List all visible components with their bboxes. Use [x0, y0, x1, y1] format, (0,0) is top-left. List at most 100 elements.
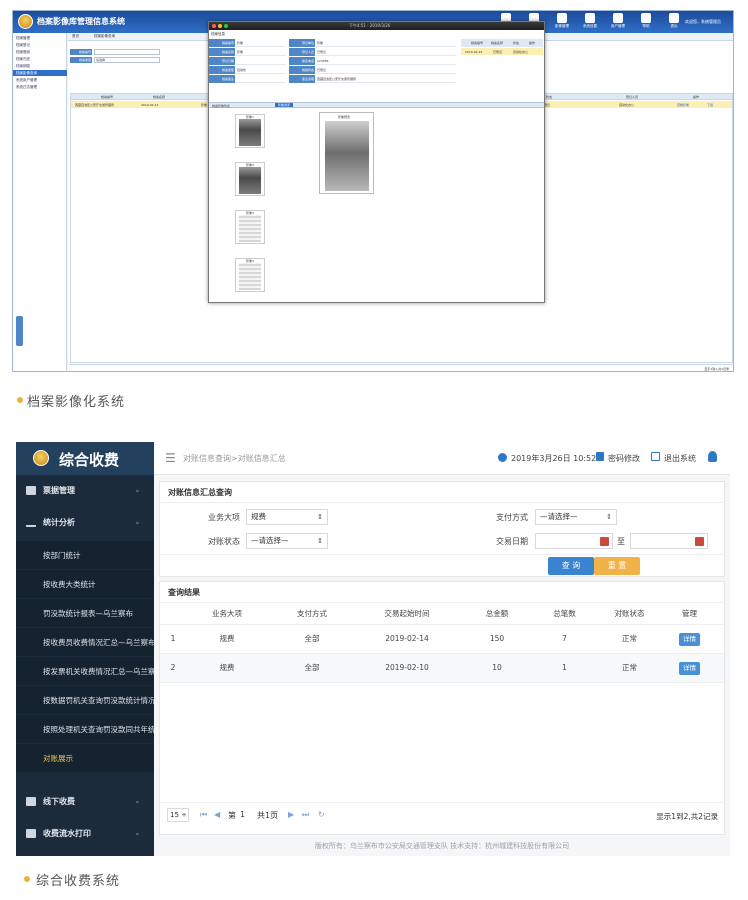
settings-icon — [585, 13, 595, 23]
page-label: 第 — [228, 811, 236, 820]
archive-system-screenshot: 档案影像库管理信息系统 查询统计 档案借阅 影像管理 系统设置 用户管理 帮助 … — [12, 10, 734, 372]
next-page-icon[interactable]: ▶ — [288, 810, 294, 819]
header: ☰ 对账信息查询>对账信息汇总 2019年3月26日 10:52 密码修改 退出… — [154, 442, 730, 475]
field-label: 登记日期 — [209, 57, 235, 65]
tab-image-query[interactable]: 档案影像查询 — [94, 34, 115, 39]
toolbar-image-button[interactable]: 影像管理 — [547, 13, 577, 33]
sidebar-collapse-tab[interactable] — [16, 316, 23, 346]
search-button[interactable]: 查 询 — [548, 557, 594, 575]
sidebar-item[interactable]: 按部门统计 — [16, 540, 154, 569]
maximize-icon[interactable] — [224, 24, 228, 28]
toolbar-users-button[interactable]: 用户管理 — [603, 13, 633, 33]
minimize-icon[interactable] — [218, 24, 222, 28]
sidebar-item[interactable]: 档案登记 — [16, 43, 30, 48]
pager: 显示1到1,共1记录 — [70, 364, 733, 371]
tab-home[interactable]: 首页 — [72, 34, 79, 39]
column-header: 管理 — [682, 609, 697, 618]
sidebar-group-print[interactable]: 收费流水打印 ⌄ — [16, 818, 154, 850]
pay-select[interactable]: —请选择— ⇕ — [535, 509, 617, 525]
app-title: 档案影像库管理信息系统 — [37, 17, 125, 26]
image-thumbnail[interactable]: 影像1 — [235, 114, 265, 148]
image-thumbnail[interactable]: 影像2 — [235, 162, 265, 196]
sidebar-item[interactable]: 按发票机关收费情况汇总—乌兰察布 — [16, 656, 163, 685]
image-thumbnail[interactable]: 影像4 — [235, 258, 265, 292]
sidebar-item[interactable]: 档案借阅 — [16, 50, 30, 55]
toolbar-help-button[interactable]: 帮助 — [631, 13, 661, 33]
calendar-icon[interactable] — [600, 537, 609, 546]
user-icon[interactable] — [708, 451, 717, 462]
end-date-input[interactable] — [630, 533, 708, 549]
user-greeting[interactable]: 欢迎您，系统管理员 — [685, 19, 721, 25]
chevron-down-icon: ⌄ — [134, 485, 141, 494]
close-icon[interactable] — [212, 24, 216, 28]
total-pages: 共1页 — [257, 811, 279, 820]
detail-button[interactable]: 详情 — [679, 662, 700, 675]
query-panel-title: 对账信息汇总查询 — [168, 488, 232, 497]
sidebar-item[interactable]: 按收费员收费情况汇总—乌兰察布 — [16, 627, 156, 656]
column-header: 支付方式 — [297, 609, 327, 618]
sidebar-group-receipts[interactable]: 票据管理 ⌄ — [16, 475, 154, 507]
sidebar-item[interactable]: 按照处理机关查询罚没款同共年统 — [16, 714, 156, 743]
date-to-label: 至 — [617, 537, 625, 546]
state-select[interactable]: —请选择— ⇕ — [246, 533, 328, 549]
pager-summary: 显示1到1,共1记录 — [704, 367, 729, 371]
chevron-down-icon: ⌄ — [134, 517, 141, 526]
pay-label: 支付方式 — [496, 513, 528, 522]
query-form: 档案编号 档案类型 请选择 — [70, 43, 215, 65]
prev-page-icon[interactable]: ◀ — [214, 810, 220, 819]
sidebar-item[interactable]: 档案销毁 — [16, 64, 30, 69]
detail-button[interactable]: 详情 — [679, 633, 700, 646]
table-row[interactable]: 1 规费 全部 2019-02-14 150 7 正常 详情 — [160, 625, 724, 653]
help-icon — [641, 13, 651, 23]
toolbar-settings-button[interactable]: 系统设置 — [575, 13, 605, 33]
reset-button[interactable]: 重 置 — [594, 557, 640, 575]
refresh-icon[interactable]: ↻ — [318, 810, 325, 819]
sidebar-item[interactable]: 按数据罚机关查询罚没款统计情况 — [16, 685, 156, 714]
column-header: 对账状态 — [614, 609, 645, 618]
archive-number-input[interactable] — [94, 49, 160, 55]
column-header: 总笔数 — [553, 609, 576, 618]
sidebar-item[interactable]: 按收费大类统计 — [16, 569, 154, 598]
tools-icon — [669, 13, 679, 23]
field-value: 西藏自治区公安厅交通管理局 — [316, 75, 456, 83]
tab-image-view[interactable]: 影像浏览 — [275, 103, 293, 107]
last-page-icon[interactable]: ⏭ — [302, 810, 309, 820]
state-label: 对账状态 — [208, 537, 240, 546]
sidebar-group-offline[interactable]: 线下收费 ⌄ — [16, 786, 154, 818]
image-preview[interactable]: 影像预览 — [319, 112, 374, 194]
footer: 版权所有：乌兰察布市公安局交通管理支队 技术支持：杭州城建科技股份有限公司 — [314, 842, 570, 850]
change-password-link[interactable]: 密码修改 — [608, 453, 640, 464]
sidebar-item[interactable]: 系统日志管理 — [16, 85, 37, 90]
download-link[interactable]: 下载 — [707, 103, 713, 107]
form-label: 档案编号 — [70, 49, 92, 55]
side-table-header: 档案编号 档案名称 状态 操作 — [461, 39, 543, 47]
biz-label: 业务大项 — [208, 513, 240, 522]
sidebar-item[interactable]: 档案归还 — [16, 57, 30, 62]
menu-icon[interactable]: ☰ — [165, 451, 176, 465]
column-header: 总金额 — [485, 609, 509, 618]
sidebar-item[interactable]: 罚没款统计报表—乌兰察布 — [16, 598, 154, 627]
user-icon — [613, 13, 623, 23]
view-image-link[interactable]: 查看影像 — [677, 103, 689, 107]
biz-select[interactable]: 规费 ⇕ — [246, 509, 328, 525]
sidebar-active-item[interactable]: 档案影像查询 — [13, 70, 67, 76]
page-input[interactable]: 1 — [240, 810, 245, 819]
start-date-input[interactable] — [535, 533, 613, 549]
box-icon — [26, 797, 36, 806]
sidebar-item-active[interactable]: 对账展示 — [16, 743, 154, 772]
page-size-select[interactable]: 15 ÷ — [167, 808, 189, 822]
table-row[interactable]: 2 规费 全部 2019-02-10 10 1 正常 详情 — [160, 654, 724, 682]
police-badge-icon — [18, 14, 33, 29]
logout-link[interactable]: 退出系统 — [664, 453, 696, 464]
image-thumbnail[interactable]: 影像3 — [235, 210, 265, 244]
side-table-row[interactable]: 2019-02-14 已登记 自动化办公 — [461, 48, 543, 55]
sidebar-item[interactable]: 档案管理 — [16, 36, 30, 41]
field-label: 档案编号 — [209, 39, 235, 47]
sidebar: 综合收费 票据管理 ⌄ 统计分析 ⌄ 按部门统计 按收费大类统计 罚没款统计报表… — [16, 442, 163, 856]
sidebar-item[interactable]: 系统用户管理 — [16, 78, 37, 83]
calendar-icon[interactable] — [695, 537, 704, 546]
archive-type-select[interactable]: 请选择 — [94, 57, 160, 63]
select-arrow-icon: ⇕ — [317, 537, 323, 545]
first-page-icon[interactable]: ⏮ — [200, 810, 207, 820]
sidebar-group-statistics[interactable]: 统计分析 ⌄ — [16, 507, 154, 540]
